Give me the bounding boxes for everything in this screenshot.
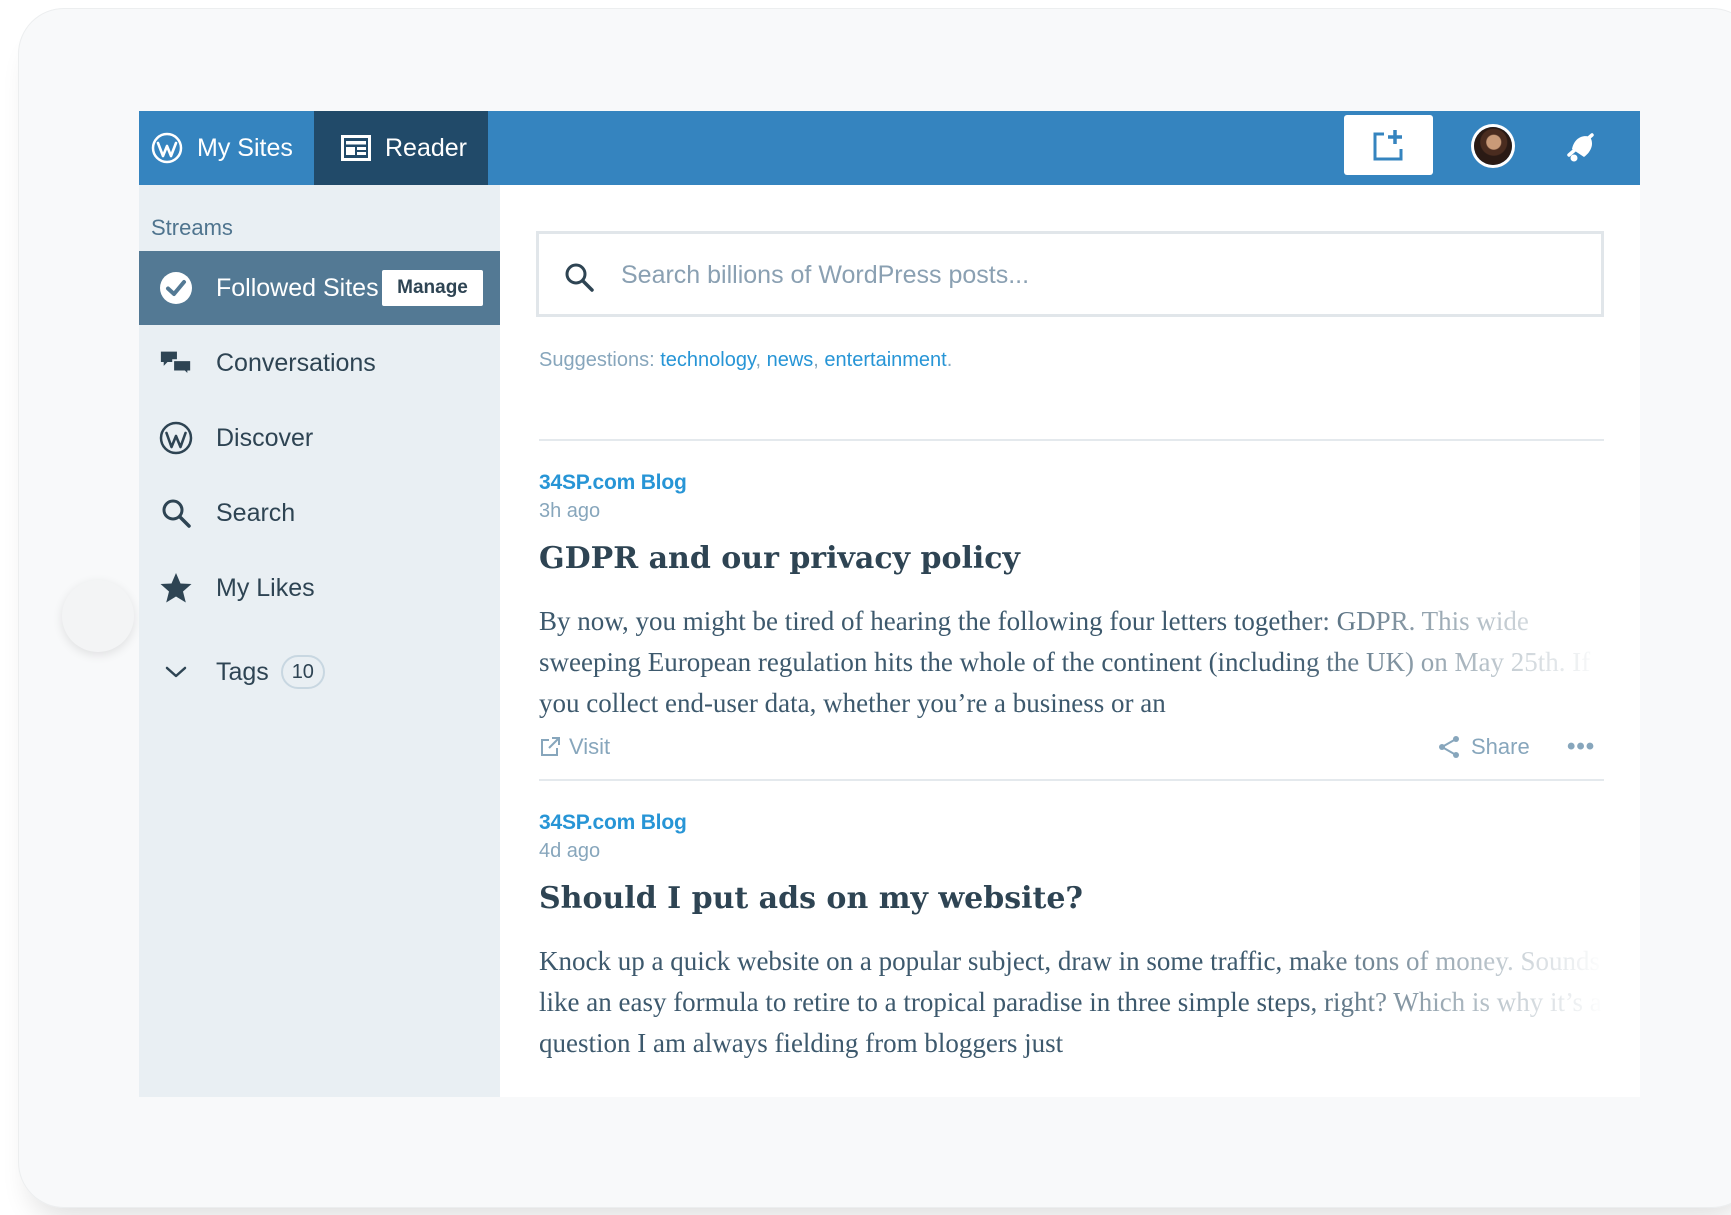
reader-sidebar: Streams Followed Sites Manage Conversati…	[139, 185, 500, 1097]
post-site-name[interactable]: 34SP.com Blog	[539, 811, 687, 835]
sidebar-item-label: My Likes	[216, 573, 315, 602]
notifications-bell-icon[interactable]	[1564, 129, 1600, 165]
reader-icon	[341, 135, 371, 161]
user-avatar[interactable]	[1474, 127, 1512, 165]
sidebar-item-label: Tags	[216, 657, 269, 686]
wordpress-logo-icon	[151, 132, 183, 164]
sidebar-item-label: Conversations	[216, 348, 376, 377]
sidebar-item-my-likes[interactable]: My Likes	[139, 551, 500, 625]
sidebar-item-label: Followed Sites	[216, 273, 379, 302]
suggestion-link[interactable]: news	[767, 349, 814, 371]
sidebar-item-tags[interactable]: Tags 10	[139, 635, 500, 709]
post-site-name[interactable]: 34SP.com Blog	[539, 471, 687, 495]
search-icon	[159, 496, 193, 530]
checkmark-circle-icon	[159, 271, 193, 305]
my-sites-label: My Sites	[197, 133, 293, 162]
reader-main: Suggestions: technology, news, entertain…	[500, 185, 1640, 1097]
more-options-icon[interactable]: •••	[1567, 733, 1595, 761]
masterbar: My Sites Reader	[139, 111, 1640, 185]
external-link-icon	[541, 737, 560, 756]
write-post-button[interactable]	[1344, 115, 1433, 175]
sidebar-item-label: Search	[216, 498, 296, 527]
suggestions-label: Suggestions:	[539, 349, 655, 371]
post-timestamp: 3h ago	[539, 500, 601, 522]
tags-label-group: Tags 10	[216, 655, 325, 689]
sidebar-item-conversations[interactable]: Conversations	[139, 326, 500, 400]
suggestion-link[interactable]: entertainment	[824, 349, 946, 371]
manage-button[interactable]: Manage	[382, 270, 483, 306]
search-input[interactable]	[619, 254, 1573, 296]
visit-label: Visit	[569, 734, 611, 759]
chevron-down-icon	[159, 655, 193, 689]
post-timestamp: 4d ago	[539, 840, 601, 862]
divider	[539, 439, 1604, 441]
search-icon	[565, 263, 594, 292]
reader-screen: My Sites Reader Streams Followed Sites M…	[139, 111, 1640, 1097]
reader-label: Reader	[385, 133, 467, 162]
reader-tab[interactable]: Reader	[314, 111, 488, 185]
write-post-icon	[1373, 130, 1402, 161]
share-label: Share	[1471, 734, 1530, 759]
suggestion-link[interactable]: technology	[660, 349, 755, 371]
visit-link[interactable]: Visit	[539, 734, 610, 760]
post-excerpt: By now, you might be tired of hearing th…	[539, 606, 1591, 718]
conversations-icon	[159, 346, 193, 380]
home-button[interactable]	[62, 580, 134, 652]
share-icon	[1439, 736, 1459, 758]
post-excerpt: Knock up a quick website on a popular su…	[539, 946, 1602, 1058]
search-suggestions: Suggestions: technology, news, entertain…	[539, 349, 953, 371]
sidebar-item-followed-sites[interactable]: Followed Sites Manage	[139, 251, 500, 325]
streams-heading: Streams	[151, 215, 233, 240]
divider	[539, 779, 1604, 781]
post-card: 34SP.com Blog 3h ago GDPR and our privac…	[539, 471, 1604, 771]
sidebar-item-search[interactable]: Search	[139, 476, 500, 550]
star-icon	[159, 571, 193, 605]
share-button[interactable]: Share	[1437, 734, 1530, 760]
sidebar-item-label: Discover	[216, 423, 314, 452]
reader-search-box[interactable]	[536, 231, 1604, 317]
post-title[interactable]: Should I put ads on my website?	[539, 881, 1083, 916]
my-sites-tab[interactable]: My Sites	[139, 111, 314, 185]
tags-count-badge: 10	[280, 655, 325, 689]
post-card: 34SP.com Blog 4d ago Should I put ads on…	[539, 811, 1604, 1097]
wordpress-logo-icon	[159, 421, 193, 455]
post-title[interactable]: GDPR and our privacy policy	[539, 541, 1020, 576]
sidebar-item-discover[interactable]: Discover	[139, 401, 500, 475]
